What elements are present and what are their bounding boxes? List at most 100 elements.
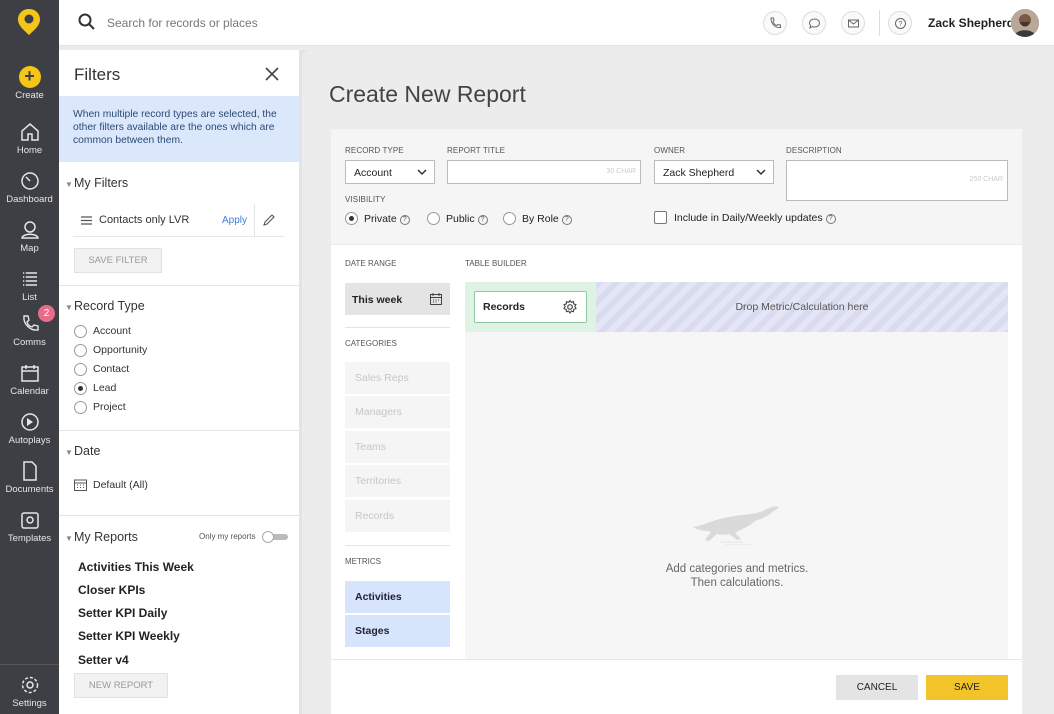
card-footer: CANCEL SAVE bbox=[331, 659, 1022, 714]
report-form: RECORD TYPE Account REPORT TITLE 30 CHAR… bbox=[331, 129, 1022, 245]
search-input[interactable] bbox=[107, 14, 507, 32]
gear-icon[interactable] bbox=[562, 299, 578, 315]
radio-button-selected[interactable] bbox=[345, 212, 358, 225]
only-my-reports-toggle[interactable] bbox=[262, 531, 288, 543]
owner-select[interactable]: Zack Shepherd bbox=[654, 160, 774, 184]
nav-item-autoplays[interactable]: Autoplays bbox=[0, 411, 59, 446]
divider bbox=[59, 515, 299, 516]
char-limit-hint: 250 CHAR bbox=[969, 176, 1003, 183]
nav-item-templates[interactable]: Templates bbox=[0, 509, 59, 544]
nav-item-comms[interactable]: 2 Comms bbox=[0, 305, 59, 348]
dashboard-icon bbox=[19, 170, 41, 192]
table-builder-label: TABLE BUILDER bbox=[465, 259, 527, 268]
category-chip[interactable]: Sales Reps bbox=[345, 362, 450, 394]
caret-down-icon: ▼ bbox=[65, 534, 73, 543]
record-type-label: Contact bbox=[93, 363, 130, 375]
include-updates-checkbox[interactable] bbox=[654, 211, 667, 224]
nav-label-home: Home bbox=[16, 145, 43, 156]
report-title-input[interactable]: 30 CHAR bbox=[447, 160, 641, 184]
date-header[interactable]: ▼Date bbox=[65, 444, 100, 458]
record-type-label: Opportunity bbox=[93, 344, 148, 356]
category-chip[interactable]: Territories bbox=[345, 465, 450, 497]
metric-chip[interactable]: Stages bbox=[345, 615, 450, 647]
cheetah-illustration bbox=[693, 506, 779, 545]
divider bbox=[59, 430, 299, 431]
comms-badge: 2 bbox=[38, 305, 55, 322]
divider bbox=[59, 285, 299, 286]
help-icon[interactable]: ? bbox=[477, 215, 488, 225]
mail-button[interactable] bbox=[841, 11, 865, 35]
help-icon[interactable]: ? bbox=[825, 214, 836, 224]
my-filters-header[interactable]: ▼My Filters bbox=[65, 176, 128, 190]
help-icon[interactable]: ? bbox=[399, 215, 410, 225]
nav-label-documents: Documents bbox=[5, 484, 54, 495]
avatar[interactable] bbox=[1011, 9, 1039, 37]
chevron-down-icon bbox=[756, 169, 766, 176]
report-item[interactable]: Closer KPIs bbox=[78, 583, 145, 597]
help-icon[interactable]: ? bbox=[561, 215, 572, 225]
nav-item-map[interactable]: Map bbox=[0, 219, 59, 254]
radio-button[interactable] bbox=[74, 363, 87, 376]
nav-item-documents[interactable]: Documents bbox=[0, 460, 59, 495]
radio-button[interactable] bbox=[74, 344, 87, 357]
search-icon[interactable] bbox=[77, 12, 97, 32]
metric-drop-zone[interactable]: Drop Metric/Calculation here bbox=[596, 282, 1008, 332]
apply-link[interactable]: Apply bbox=[222, 215, 247, 226]
description-input[interactable]: 250 CHAR bbox=[786, 160, 1008, 201]
list-icon bbox=[19, 268, 41, 290]
record-type-header[interactable]: ▼Record Type bbox=[65, 299, 145, 313]
report-item[interactable]: Setter KPI Daily bbox=[78, 606, 167, 620]
category-chip[interactable]: Teams bbox=[345, 431, 450, 463]
pencil-icon[interactable] bbox=[262, 213, 276, 227]
saved-filter-row[interactable]: Contacts only LVR Apply bbox=[73, 204, 284, 237]
cancel-button[interactable]: CANCEL bbox=[836, 675, 918, 700]
call-button[interactable] bbox=[763, 11, 787, 35]
radio-button[interactable] bbox=[503, 212, 516, 225]
plus-icon: + bbox=[18, 66, 41, 88]
metrics-label: METRICS bbox=[345, 557, 381, 566]
empty-state-line-1: Add categories and metrics. bbox=[665, 563, 809, 575]
user-name[interactable]: Zack Shepherd bbox=[928, 16, 1014, 30]
radio-button[interactable] bbox=[74, 325, 87, 338]
filters-panel: Filters When multiple record types are s… bbox=[59, 50, 299, 714]
my-reports-header[interactable]: ▼My Reports bbox=[65, 530, 138, 544]
drag-handle-icon[interactable] bbox=[81, 216, 92, 225]
records-chip[interactable]: Records bbox=[474, 291, 587, 323]
save-button[interactable]: SAVE bbox=[926, 675, 1008, 700]
new-report-button[interactable]: NEW REPORT bbox=[74, 673, 168, 698]
radio-button[interactable] bbox=[427, 212, 440, 225]
nav-label-list: List bbox=[22, 292, 37, 303]
char-limit-hint: 30 CHAR bbox=[606, 168, 636, 175]
nav-item-dashboard[interactable]: Dashboard bbox=[0, 170, 59, 205]
category-chip[interactable]: Records bbox=[345, 500, 450, 532]
metric-chip[interactable]: Activities bbox=[345, 581, 450, 613]
nav-item-list[interactable]: List bbox=[0, 268, 59, 303]
date-filter-value: Default (All) bbox=[93, 479, 148, 491]
phone-icon bbox=[770, 17, 781, 29]
nav-label-map: Map bbox=[20, 243, 39, 254]
create-button[interactable]: + Create bbox=[0, 66, 59, 101]
radio-button-selected[interactable] bbox=[74, 382, 87, 395]
save-filter-button[interactable]: SAVE FILTER bbox=[74, 248, 162, 273]
radio-button[interactable] bbox=[74, 401, 87, 414]
records-chip-label: Records bbox=[483, 301, 526, 313]
description-label: DESCRIPTION bbox=[786, 146, 842, 155]
create-label: Create bbox=[15, 90, 44, 101]
nav-item-settings[interactable]: Settings bbox=[0, 674, 59, 709]
date-range-chip[interactable]: This week bbox=[345, 283, 450, 315]
saved-filter-name: Contacts only LVR bbox=[99, 214, 190, 226]
report-item[interactable]: Activities This Week bbox=[78, 560, 194, 574]
close-icon[interactable] bbox=[263, 65, 281, 83]
category-chip[interactable]: Managers bbox=[345, 396, 450, 428]
report-item[interactable]: Setter KPI Weekly bbox=[78, 629, 180, 643]
nav-label-templates: Templates bbox=[7, 533, 52, 544]
nav-item-calendar[interactable]: Calendar bbox=[0, 362, 59, 397]
document-icon bbox=[19, 460, 41, 482]
record-type-select[interactable]: Account bbox=[345, 160, 435, 184]
chat-button[interactable] bbox=[802, 11, 826, 35]
report-builder: DATE RANGE This week CATEGORIES Sales Re… bbox=[331, 245, 1022, 659]
owner-value: Zack Shepherd bbox=[663, 167, 735, 179]
nav-item-home[interactable]: Home bbox=[0, 121, 59, 156]
help-button[interactable]: ? bbox=[888, 11, 912, 35]
report-item[interactable]: Setter v4 bbox=[78, 653, 129, 667]
